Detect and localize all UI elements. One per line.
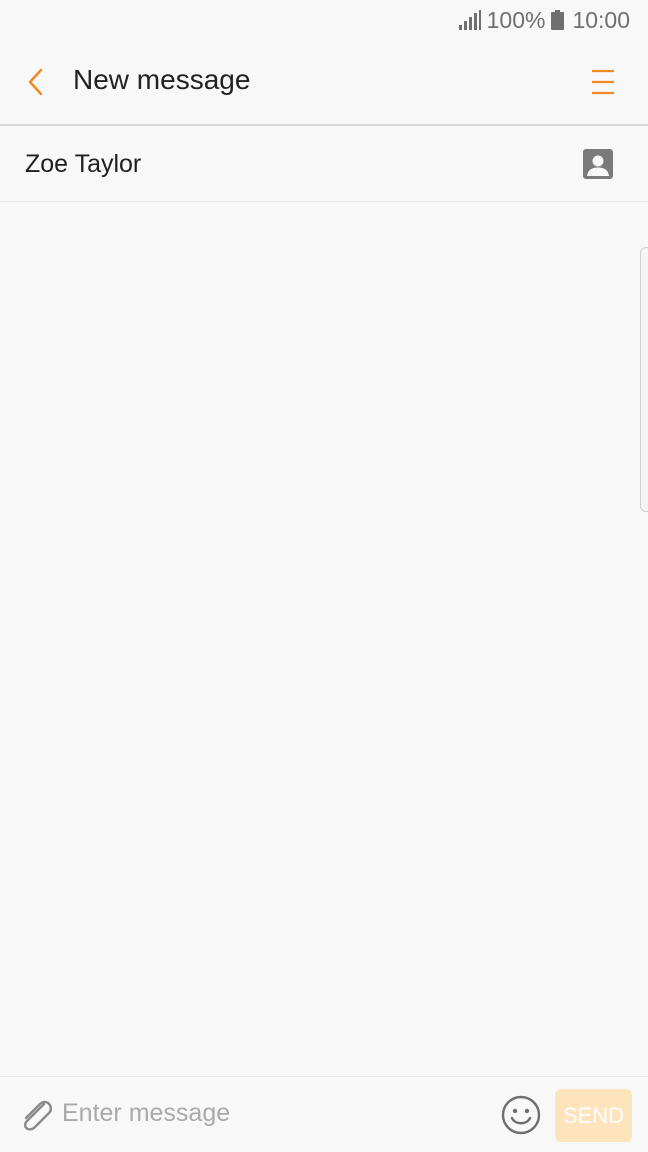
clock: 10:00: [572, 6, 630, 33]
edge-panel-handle[interactable]: [640, 247, 648, 512]
signal-strength-icon: [458, 10, 481, 30]
messaging-screen: 100% 10:00 New message Zoe Taylor Enter …: [0, 0, 648, 1152]
compose-bar: SEND: [0, 1076, 648, 1152]
contact-card-icon[interactable]: [582, 148, 614, 180]
recipient-chip[interactable]: Zoe Taylor: [25, 150, 141, 179]
status-bar: 100% 10:00: [0, 0, 648, 40]
page-title: New message: [73, 64, 251, 95]
chevron-left-icon: [28, 68, 43, 96]
back-button[interactable]: [18, 62, 54, 102]
paperclip-icon[interactable]: [16, 1095, 54, 1135]
recipient-field[interactable]: Zoe Taylor: [0, 126, 648, 202]
battery-icon: [551, 10, 565, 30]
smiley-icon[interactable]: [500, 1094, 542, 1136]
app-bar: New message: [0, 40, 648, 126]
message-input[interactable]: [62, 1093, 482, 1133]
send-button[interactable]: SEND: [555, 1089, 632, 1142]
menu-icon: [592, 69, 614, 95]
conversation-area: [0, 203, 648, 1076]
battery-percentage: 100%: [486, 6, 546, 33]
more-options-button[interactable]: [586, 64, 620, 100]
